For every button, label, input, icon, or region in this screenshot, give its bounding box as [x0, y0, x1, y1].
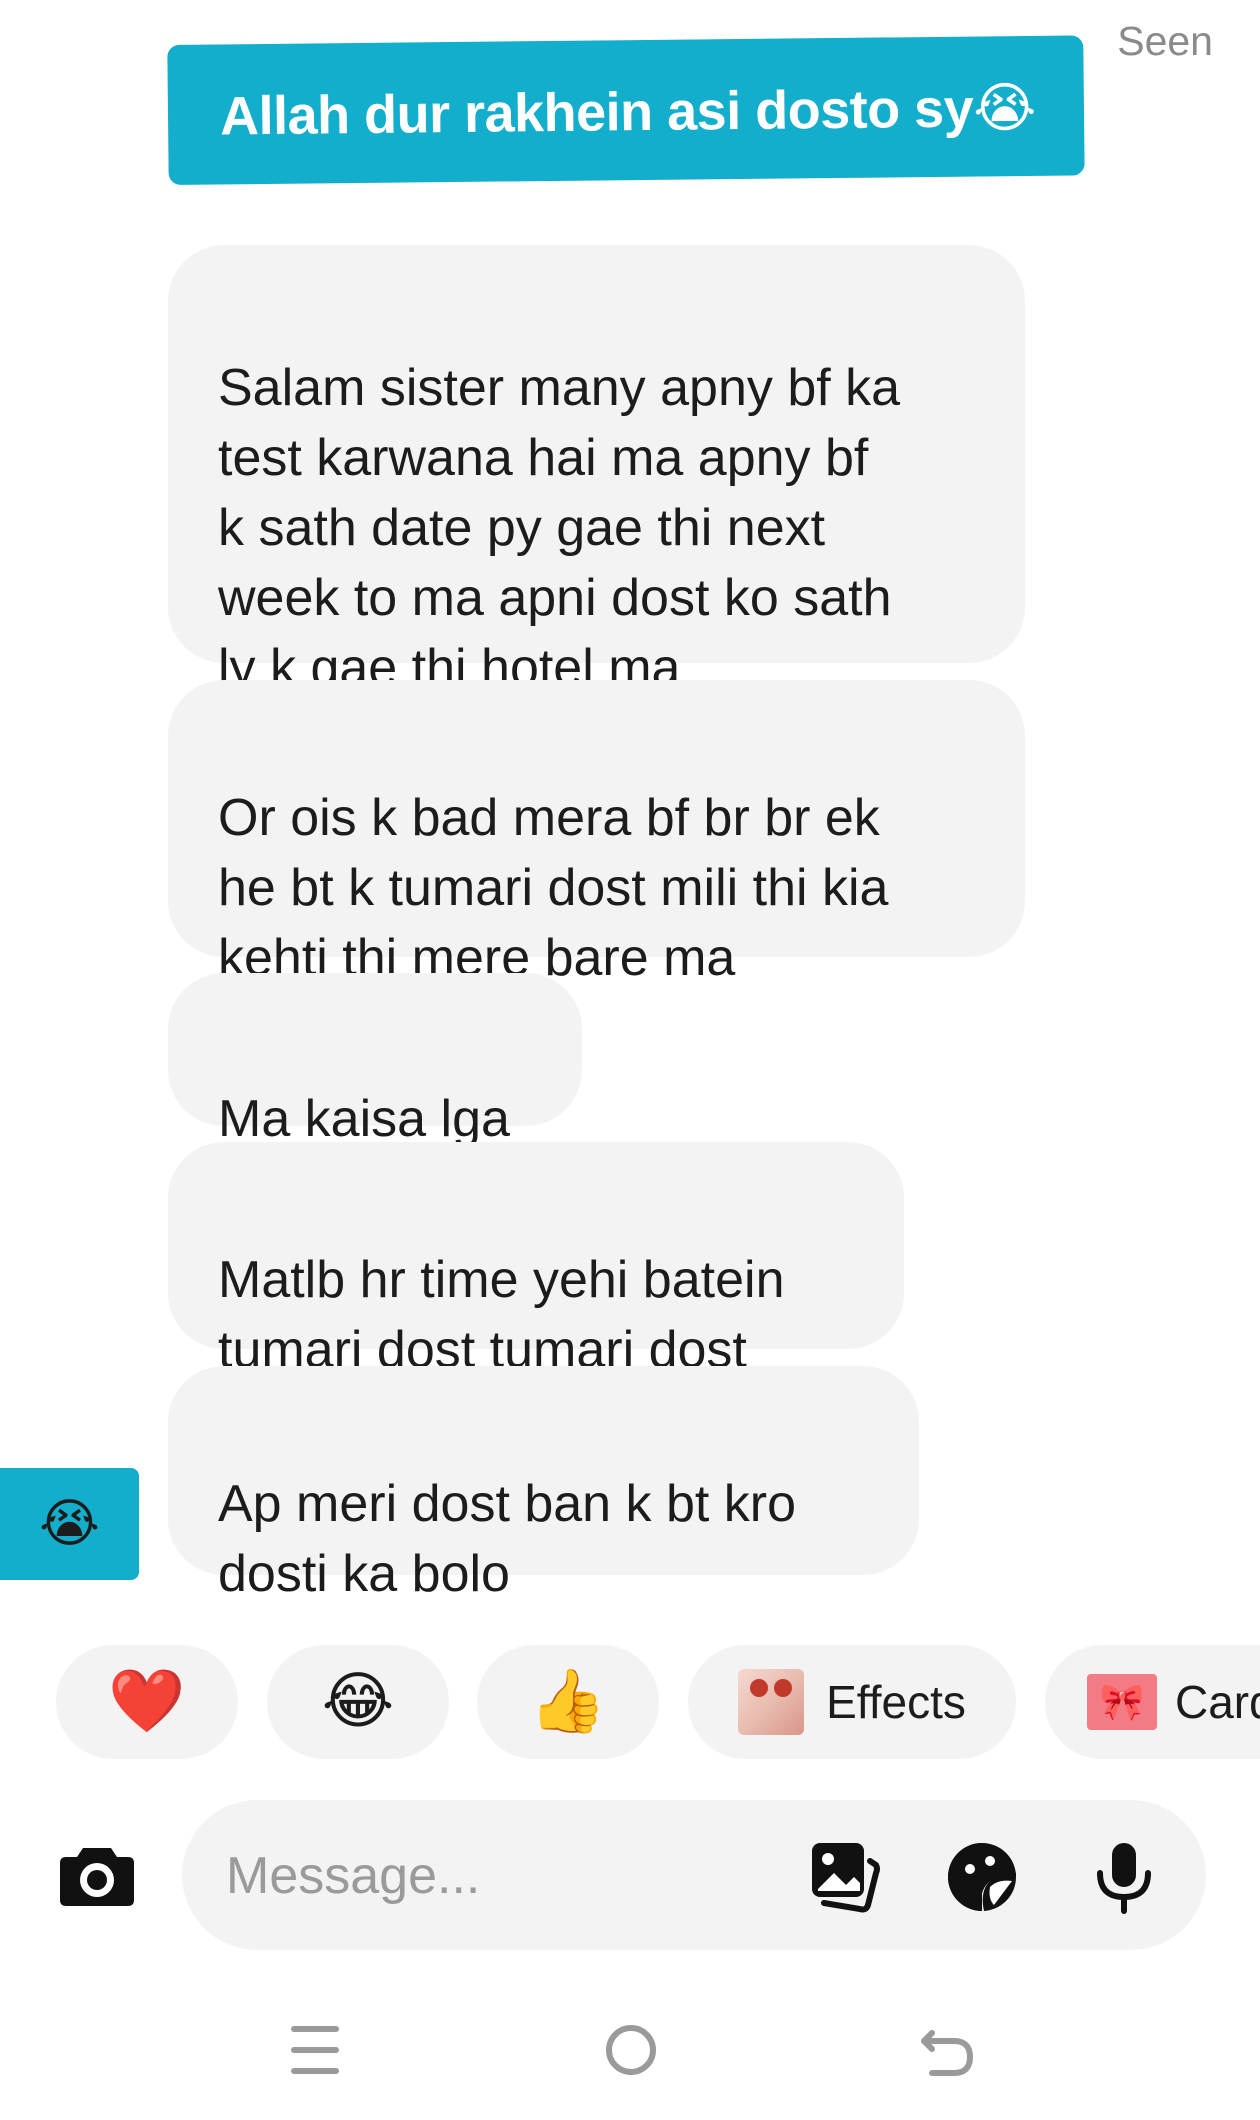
- received-message-bubble[interactable]: Ap meri dost ban k bt kro dosti ka bolo: [168, 1366, 919, 1603]
- received-message-bubble[interactable]: Or ois k bad mera bf br br ek he bt k tu…: [168, 680, 1025, 987]
- message-input-container: [182, 1800, 1206, 1950]
- received-message-text: Ma kaisa lga: [218, 1090, 510, 1148]
- received-message-text: Or ois k bad mera bf br br ek he bt k tu…: [218, 789, 889, 987]
- sent-message-text: Allah dur rakhein asi dosto sy😭: [219, 77, 1037, 147]
- received-message-text: Matlb hr time yehi batein tumari dost tu…: [218, 1251, 785, 1379]
- thumbs-up-reaction-button[interactable]: 👍: [477, 1645, 659, 1759]
- back-icon[interactable]: [912, 2015, 982, 2085]
- system-navigation-bar: [0, 2015, 1260, 2085]
- received-message-bubble[interactable]: Matlb hr time yehi batein tumari dost tu…: [168, 1142, 904, 1379]
- gallery-icon[interactable]: [806, 1839, 882, 1915]
- laugh-reaction-button[interactable]: 😂: [267, 1645, 449, 1759]
- camera-button[interactable]: [56, 1834, 138, 1916]
- effects-button[interactable]: Effects: [688, 1645, 1016, 1759]
- sticker-icon[interactable]: [944, 1839, 1020, 1915]
- heart-reaction-button[interactable]: ❤️: [56, 1645, 238, 1759]
- sent-message-bubble[interactable]: Allah dur rakhein asi dosto sy😭: [167, 35, 1085, 185]
- message-composer: [0, 1800, 1260, 1950]
- camera-icon: [60, 1848, 134, 1906]
- laughing-face-icon: 😂: [321, 1667, 395, 1736]
- seen-status: Seen: [1117, 18, 1213, 64]
- quick-reactions-bar: ❤️ 😂 👍 Effects 🎀 Card: [0, 1645, 1260, 1759]
- message-input[interactable]: [224, 1844, 748, 1908]
- received-message-bubble[interactable]: Salam sister many apny bf ka test karwan…: [168, 245, 1025, 697]
- home-icon[interactable]: [596, 2015, 666, 2085]
- cards-button[interactable]: 🎀 Card: [1045, 1645, 1260, 1759]
- received-message-text: Salam sister many apny bf ka test karwan…: [218, 359, 901, 697]
- gift-card-icon: 🎀: [1087, 1674, 1157, 1730]
- thumbs-up-icon: 👍: [529, 1667, 607, 1736]
- received-message-bubble[interactable]: Ma kaisa lga: [168, 973, 582, 1148]
- menu-icon[interactable]: [280, 2015, 350, 2085]
- heart-icon: ❤️: [108, 1667, 186, 1736]
- crying-face-emoji: 😭: [39, 1495, 100, 1553]
- effects-thumbnail-icon: [738, 1669, 805, 1735]
- effects-label: Effects: [826, 1676, 966, 1728]
- received-message-text: Ap meri dost ban k bt kro dosti ka bolo: [218, 1475, 797, 1603]
- microphone-icon[interactable]: [1086, 1839, 1162, 1915]
- message-reaction-badge[interactable]: 😭: [0, 1468, 139, 1580]
- cards-label: Card: [1175, 1676, 1260, 1728]
